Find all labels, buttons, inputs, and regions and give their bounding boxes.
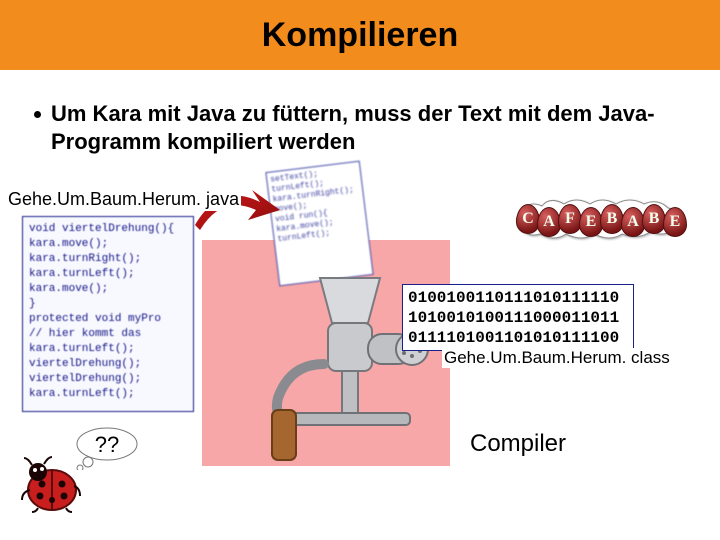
code-line: void viertelDrehung(){ — [29, 222, 187, 237]
code-line: kara.turnRight(); — [29, 252, 187, 267]
bullet-block: Um Kara mit Java zu füttern, muss der Te… — [0, 70, 720, 165]
code-line: kara.turnLeft(); — [29, 387, 187, 402]
slide-title: Kompilieren — [262, 16, 458, 55]
cafebabe-bean: E — [663, 207, 687, 237]
cafebabe-bean: C — [516, 204, 540, 234]
code-line: kara.turnLeft(); — [29, 342, 187, 357]
code-line: viertelDrehung(); — [29, 372, 187, 387]
title-bar: Kompilieren — [0, 0, 720, 70]
class-filename-label: Gehe.Um.Baum.Herum. class — [442, 348, 672, 368]
binary-line: 1010010100111000011011 — [408, 308, 628, 328]
compiler-label: Compiler — [470, 430, 566, 458]
cafebabe-bean: F — [558, 204, 582, 234]
code-line: // hier kommt das — [29, 327, 187, 342]
thought-text: ?? — [95, 432, 119, 458]
bullet-text: Um Kara mit Java zu füttern, muss der Te… — [51, 100, 690, 155]
source-code-box: void viertelDrehung(){ kara.move(); kara… — [22, 216, 194, 412]
code-line: kara.turnLeft(); — [29, 267, 187, 282]
code-line: protected void myPro — [29, 312, 187, 327]
binary-line: 0100100110111010111110 — [408, 288, 628, 308]
cafebabe-bean: B — [600, 204, 624, 234]
bullet-dot — [34, 111, 41, 118]
code-line: kara.move(); — [29, 282, 187, 297]
cafebabe-beans: CAFEBABE — [510, 198, 690, 240]
source-filename-label: Gehe.Um.Baum.Herum. java — [6, 188, 241, 211]
bullet-item: Um Kara mit Java zu füttern, muss der Te… — [34, 100, 690, 155]
binary-output-box: 0100100110111010111110101001010011100001… — [402, 284, 634, 351]
cafebabe-bean: B — [642, 204, 666, 234]
diagram-stage: Gehe.Um.Baum.Herum. java void viertelDre… — [0, 180, 720, 540]
code-line: kara.move(); — [29, 237, 187, 252]
thought-bubble: ?? — [72, 426, 142, 470]
code-line: viertelDrehung(); — [29, 357, 187, 372]
code-line: } — [29, 297, 187, 312]
binary-line: 0111101001101010111100 — [408, 328, 628, 348]
